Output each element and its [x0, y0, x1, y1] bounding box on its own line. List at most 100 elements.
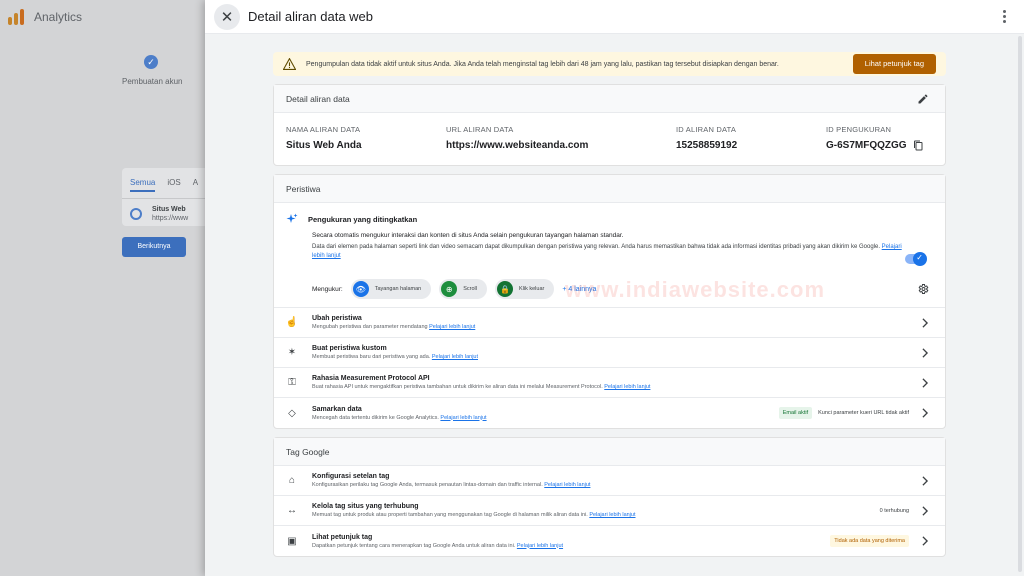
- row-desc: Konfigurasikan perilaku tag Google Anda,…: [312, 482, 543, 488]
- web-icon: [130, 208, 142, 220]
- enhanced-measurement-description: Secara otomatis mengukur interaksi dan k…: [312, 231, 902, 261]
- row-desc: Mengubah peristiwa dan parameter mendata…: [312, 324, 428, 330]
- stream-details-card: Detail aliran data NAMA ALIRAN DATA Situ…: [273, 84, 946, 166]
- row-desc: Mencegah data tertentu dikirim ke Google…: [312, 414, 439, 421]
- enhanced-desc-2: Data dari elemen pada halaman seperti li…: [312, 244, 880, 250]
- learn-more-link[interactable]: Pelajari lebih lanjut: [432, 354, 478, 360]
- enhanced-measurement-toggle[interactable]: ✓: [905, 252, 927, 266]
- field-stream-id: ID ALIRAN DATA 15258859192: [676, 125, 826, 151]
- row-desc: Buat rahasia API untuk mengaktifkan peri…: [312, 384, 603, 390]
- field-measurement-id: ID PENGUKURAN G-6S7MFQQZGG: [826, 125, 923, 151]
- platform-card: Semua iOS A Situs Web https://www: [122, 168, 212, 226]
- stream-details-title: Detail aliran data: [286, 93, 350, 104]
- close-button[interactable]: ✕: [214, 3, 240, 30]
- field-label: ID ALIRAN DATA: [676, 125, 737, 134]
- next-button[interactable]: Berikutnya: [122, 237, 186, 257]
- stream-fields: NAMA ALIRAN DATA Situs Web Anda URL ALIR…: [274, 113, 945, 165]
- edit-icon[interactable]: [917, 93, 929, 105]
- more-options-icon[interactable]: [1003, 10, 1006, 23]
- measures-label: Mengukur:: [312, 285, 343, 293]
- close-icon: ✕: [220, 8, 234, 26]
- field-value: G-6S7MFQQZGG: [826, 140, 907, 151]
- chip-label: Klik keluar: [518, 286, 545, 292]
- touch-icon: ☝: [285, 317, 299, 328]
- panel-header: ✕ Detail aliran data web: [205, 0, 1024, 34]
- chip-label: Scroll: [463, 286, 477, 292]
- view-tag-instructions-row[interactable]: ▣ Lihat petunjuk tag Dapatkan petunjuk t…: [274, 526, 945, 556]
- warning-alert: Pengumpulan data tidak aktif untuk situs…: [273, 52, 946, 76]
- more-measures-link[interactable]: + 4 lainnya: [562, 286, 596, 293]
- field-label: URL ALIRAN DATA: [446, 125, 514, 134]
- row-title: Samarkan data: [312, 405, 362, 413]
- field-value: Situs Web Anda: [286, 140, 362, 151]
- tab-all[interactable]: Semua: [130, 178, 156, 192]
- row-title: Ubah peristiwa: [312, 315, 362, 322]
- chevron-right-icon: [922, 408, 929, 418]
- sparkle-icon: [286, 213, 298, 223]
- row-title: Rahasia Measurement Protocol API: [312, 375, 430, 382]
- enhanced-desc-1: Secara otomatis mengukur interaksi dan k…: [312, 232, 624, 239]
- modify-events-row[interactable]: ☝ Ubah peristiwa Mengubah peristiwa dan …: [274, 308, 945, 338]
- stream-row[interactable]: Situs Web https://www: [122, 199, 212, 229]
- panel-scroll-area[interactable]: Pengumpulan data tidak aktif untuk situs…: [205, 34, 1024, 576]
- tab-android[interactable]: A: [193, 178, 198, 192]
- toggle-check-icon: ✓: [916, 253, 923, 262]
- learn-more-link[interactable]: Pelajari lebih lanjut: [440, 415, 486, 421]
- url-query-badge: Kunci parameter kueri URL tidak aktif: [818, 410, 909, 416]
- learn-more-link[interactable]: Pelajari lebih lanjut: [589, 512, 635, 518]
- google-tag-card: Tag Google ⌂ Konfigurasi setelan tag Kon…: [273, 437, 946, 557]
- events-card: Peristiwa Pengukuran yang ditingkatkan S…: [273, 174, 946, 429]
- scroll-icon: ⊕: [441, 281, 458, 297]
- step-check-icon: ✓: [144, 55, 158, 69]
- chip-outbound-clicks: 🔒 Klik keluar: [494, 279, 555, 299]
- row-title: Konfigurasi setelan tag: [312, 473, 390, 480]
- stream-details-heading: Detail aliran data: [274, 85, 945, 113]
- tag-settings-icon: ⌂: [288, 475, 296, 486]
- stream-detail-panel: ✕ Detail aliran data web Pengumpulan dat…: [205, 0, 1024, 576]
- field-value: 15258859192: [676, 140, 738, 151]
- chip-scroll: ⊕ Scroll: [439, 279, 487, 299]
- field-value: https://www.websiteanda.com: [446, 140, 589, 151]
- step-label: Pembuatan akun: [122, 77, 183, 86]
- gear-icon[interactable]: [917, 283, 929, 295]
- connected-count: 0 terhubung: [879, 508, 909, 514]
- warning-icon: [283, 58, 296, 70]
- app-header: Analytics: [0, 0, 205, 34]
- measurement-protocol-row[interactable]: ⚿ Rahasia Measurement Protocol API Buat …: [274, 368, 945, 398]
- no-data-badge: Tidak ada data yang diterima: [830, 535, 909, 547]
- lock-icon: 🔒: [496, 281, 513, 297]
- app-title: Analytics: [34, 10, 83, 24]
- enhanced-measurement-section: Pengukuran yang ditingkatkan Secara otom…: [274, 203, 945, 308]
- row-title: Buat peristiwa kustom: [312, 345, 387, 352]
- eraser-icon: ◇: [288, 407, 296, 419]
- panel-title: Detail aliran data web: [248, 9, 374, 24]
- stream-name: Situs Web: [152, 206, 186, 213]
- learn-more-link[interactable]: Pelajari lebih lanjut: [517, 543, 563, 549]
- redact-data-row[interactable]: ◇ Samarkan data Mencegah data tertentu d…: [274, 398, 945, 428]
- chevron-right-icon: [922, 348, 929, 358]
- tab-ios[interactable]: iOS: [167, 178, 180, 192]
- row-title: Kelola tag situs yang terhubung: [312, 503, 419, 510]
- learn-more-link[interactable]: Pelajari lebih lanjut: [604, 384, 650, 390]
- stream-url: https://www: [152, 215, 189, 222]
- field-stream-url: URL ALIRAN DATA https://www.websiteanda.…: [446, 125, 676, 151]
- copy-icon[interactable]: [913, 140, 923, 151]
- field-stream-name: NAMA ALIRAN DATA Situs Web Anda: [286, 125, 446, 151]
- learn-more-link[interactable]: Pelajari lebih lanjut: [544, 482, 590, 488]
- field-label: NAMA ALIRAN DATA: [286, 125, 361, 134]
- analytics-logo-icon: [8, 9, 24, 25]
- chip-page-views: 👁 Tayangan halaman: [350, 279, 432, 299]
- measurement-id-value: G-6S7MFQQZGG: [826, 140, 923, 151]
- measures-row: Mengukur: 👁 Tayangan halaman ⊕ Scroll 🔒 …: [312, 279, 933, 299]
- create-custom-event-row[interactable]: ✶ Buat peristiwa kustom Membuat peristiw…: [274, 338, 945, 368]
- panel-scrollbar[interactable]: [1018, 36, 1022, 572]
- eye-icon: 👁: [352, 281, 369, 297]
- tag-instructions-icon: ▣: [287, 535, 297, 547]
- chip-label: Tayangan halaman: [374, 286, 422, 292]
- key-icon: ⚿: [288, 377, 296, 388]
- manage-connected-tags-row[interactable]: ↔ Kelola tag situs yang terhubung Memuat…: [274, 496, 945, 526]
- configure-tag-settings-row[interactable]: ⌂ Konfigurasi setelan tag Konfigurasikan…: [274, 466, 945, 496]
- row-title: Lihat petunjuk tag: [312, 533, 373, 541]
- view-tag-instructions-button[interactable]: Lihat petunjuk tag: [852, 54, 936, 74]
- learn-more-link[interactable]: Pelajari lebih lanjut: [429, 324, 475, 330]
